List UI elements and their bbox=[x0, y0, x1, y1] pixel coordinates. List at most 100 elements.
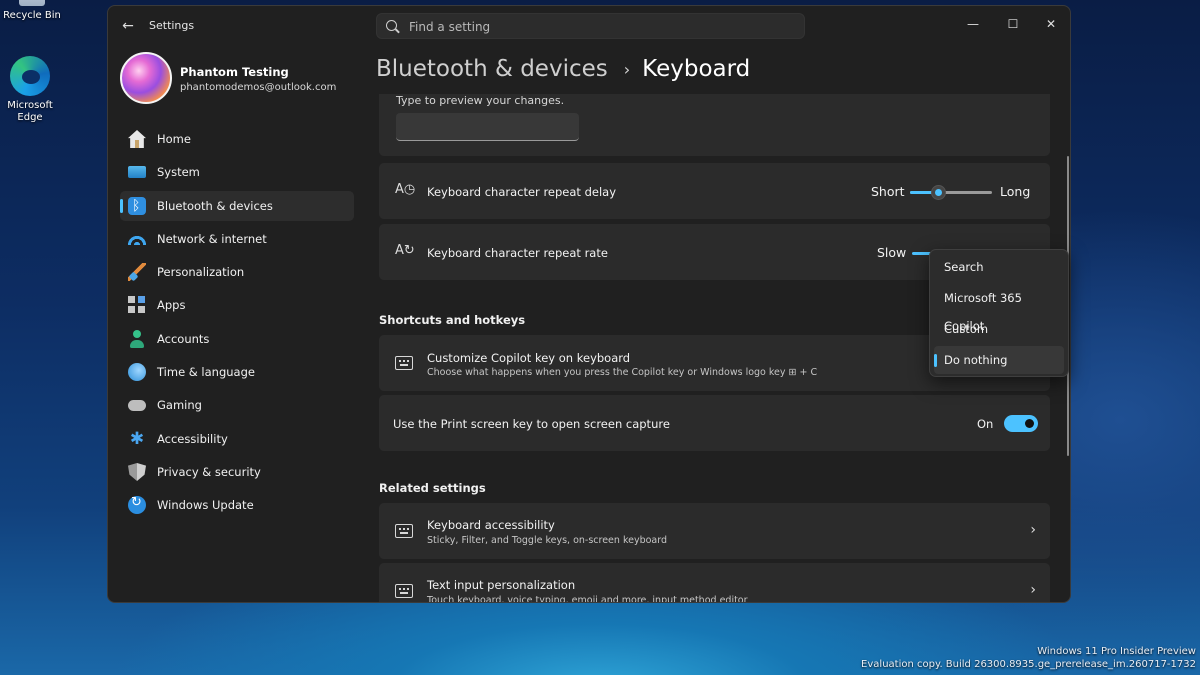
sidebar-item-gaming[interactable]: Gaming bbox=[120, 390, 354, 420]
copilot-key-label: Customize Copilot key on keyboard bbox=[427, 351, 631, 365]
dropdown-option-m365-copilot[interactable]: Microsoft 365 Copilot bbox=[934, 284, 1064, 333]
window-title: Settings bbox=[149, 19, 195, 32]
shortcuts-heading: Shortcuts and hotkeys bbox=[379, 313, 526, 327]
wifi-icon bbox=[128, 232, 146, 245]
sidebar-item-label: Network & internet bbox=[157, 231, 267, 246]
build-watermark: Windows 11 Pro Insider Preview Evaluatio… bbox=[861, 645, 1196, 671]
apps-icon bbox=[128, 296, 146, 315]
page-title: Keyboard bbox=[642, 56, 751, 82]
repeat-rate-min-label: Slow bbox=[877, 245, 907, 260]
chevron-right-icon: › bbox=[1030, 582, 1036, 598]
profile-email: phantomodemos@outlook.com bbox=[180, 82, 337, 93]
avatar[interactable] bbox=[120, 52, 172, 104]
accessibility-icon: ✱ bbox=[129, 428, 145, 449]
shield-icon bbox=[128, 462, 146, 481]
sidebar-item-label: Accounts bbox=[157, 331, 210, 346]
brush-icon bbox=[128, 263, 146, 282]
sidebar-item-bluetooth-devices[interactable]: Bluetooth & devices bbox=[120, 190, 354, 221]
chevron-right-icon: › bbox=[623, 59, 631, 79]
sidebar-item-label: Personalization bbox=[157, 265, 245, 280]
print-screen-toggle[interactable] bbox=[1004, 415, 1038, 432]
chevron-right-icon: › bbox=[1030, 522, 1036, 538]
print-screen-card: Use the Print screen key to open screen … bbox=[379, 395, 1050, 451]
back-button[interactable]: ← bbox=[118, 16, 138, 36]
watermark-line-1: Windows 11 Pro Insider Preview bbox=[1037, 646, 1196, 657]
keyboard-icon bbox=[395, 584, 413, 598]
bluetooth-icon bbox=[128, 196, 146, 215]
repeat-rate-icon: A↻ bbox=[395, 243, 415, 258]
repeat-delay-slider[interactable] bbox=[910, 185, 992, 200]
text-input-personalization-link[interactable]: Text input personalization Touch keyboar… bbox=[379, 563, 1050, 603]
keyboard-icon bbox=[395, 356, 413, 370]
minimize-button[interactable]: — bbox=[956, 12, 990, 36]
recycle-bin-desktop-icon[interactable]: Recycle Bin bbox=[0, 0, 64, 22]
edge-label: Microsoft Edge bbox=[7, 100, 53, 123]
related-item-desc: Touch keyboard, voice typing, emoji and … bbox=[427, 595, 748, 603]
watermark-line-2: Evaluation copy. Build 26300.8935.ge_pre… bbox=[861, 659, 1196, 670]
repeat-rate-label: Keyboard character repeat rate bbox=[427, 246, 608, 260]
sidebar-item-system[interactable]: System bbox=[120, 157, 354, 187]
print-screen-label: Use the Print screen key to open screen … bbox=[393, 417, 670, 431]
sidebar-item-label: System bbox=[157, 165, 200, 180]
related-item-desc: Sticky, Filter, and Toggle keys, on-scre… bbox=[427, 535, 668, 546]
sidebar-item-accounts[interactable]: Accounts bbox=[120, 324, 354, 354]
sidebar-item-label: Apps bbox=[157, 298, 186, 313]
system-icon bbox=[128, 166, 146, 179]
dropdown-option-custom[interactable]: Custom bbox=[934, 315, 1064, 343]
search-box[interactable]: Find a setting bbox=[376, 13, 805, 39]
sidebar-item-windows-update[interactable]: Windows Update bbox=[120, 490, 354, 520]
gamepad-icon bbox=[128, 399, 146, 411]
breadcrumb: Bluetooth & devices › Keyboard bbox=[376, 52, 750, 86]
accounts-icon bbox=[128, 329, 146, 348]
sidebar-item-label: Home bbox=[157, 132, 191, 146]
repeat-delay-card: A◷ Keyboard character repeat delay Short… bbox=[379, 163, 1050, 219]
edge-desktop-icon[interactable]: Microsoft Edge bbox=[0, 56, 62, 124]
sidebar-item-label: Accessibility bbox=[157, 431, 228, 446]
sidebar-item-label: Privacy & security bbox=[157, 464, 261, 479]
related-item-label: Keyboard accessibility bbox=[427, 518, 555, 532]
sidebar-item-personalization[interactable]: Personalization bbox=[120, 257, 354, 287]
preview-input[interactable] bbox=[396, 113, 579, 141]
print-screen-state: On bbox=[977, 417, 994, 431]
sidebar-item-home[interactable]: Home bbox=[120, 124, 354, 154]
edge-icon bbox=[10, 56, 50, 96]
sidebar-item-label: Time & language bbox=[157, 365, 255, 380]
profile-name: Phantom Testing bbox=[180, 65, 289, 79]
maximize-button[interactable]: ☐ bbox=[996, 12, 1030, 36]
sidebar-item-time-language[interactable]: Time & language bbox=[120, 357, 354, 387]
sidebar-item-apps[interactable]: Apps bbox=[120, 290, 354, 320]
sidebar-item-label: Windows Update bbox=[157, 498, 254, 513]
sidebar-item-accessibility[interactable]: ✱ Accessibility bbox=[120, 424, 354, 454]
sidebar-item-label: Gaming bbox=[157, 398, 202, 413]
sidebar-item-network[interactable]: Network & internet bbox=[120, 224, 354, 254]
sidebar-item-label: Bluetooth & devices bbox=[157, 198, 273, 213]
title-bar: ← Settings Find a setting — ☐ ✕ bbox=[108, 6, 1070, 46]
close-button[interactable]: ✕ bbox=[1034, 12, 1068, 36]
recycle-bin-label: Recycle Bin bbox=[3, 10, 61, 21]
sidebar-item-privacy-security[interactable]: Privacy & security bbox=[120, 457, 354, 487]
repeat-delay-icon: A◷ bbox=[395, 182, 416, 197]
repeat-delay-slider-thumb[interactable] bbox=[931, 185, 947, 200]
breadcrumb-parent[interactable]: Bluetooth & devices bbox=[376, 56, 608, 82]
related-item-label: Text input personalization bbox=[427, 578, 576, 592]
recycle-bin-icon bbox=[19, 0, 45, 6]
settings-window: ← Settings Find a setting — ☐ ✕ Phantom … bbox=[107, 5, 1071, 603]
keyboard-accessibility-link[interactable]: Keyboard accessibility Sticky, Filter, a… bbox=[379, 503, 1050, 559]
update-icon bbox=[128, 495, 146, 515]
repeat-delay-label: Keyboard character repeat delay bbox=[427, 185, 616, 199]
repeat-delay-min-label: Short bbox=[871, 184, 905, 199]
dropdown-option-search[interactable]: Search bbox=[934, 253, 1064, 281]
home-icon bbox=[128, 130, 146, 148]
related-settings-heading: Related settings bbox=[379, 481, 486, 495]
globe-clock-icon bbox=[128, 363, 146, 382]
search-placeholder: Find a setting bbox=[409, 20, 491, 34]
preview-card: Type to preview your changes. bbox=[379, 94, 1050, 156]
dropdown-option-do-nothing[interactable]: Do nothing bbox=[934, 346, 1064, 374]
keyboard-icon bbox=[395, 524, 413, 538]
copilot-key-dropdown: Search Microsoft 365 Copilot Custom Do n… bbox=[929, 249, 1069, 377]
repeat-delay-max-label: Long bbox=[1000, 184, 1031, 199]
search-icon bbox=[386, 20, 397, 31]
copilot-key-desc: Choose what happens when you press the C… bbox=[427, 367, 818, 378]
arrow-left-icon: ← bbox=[122, 18, 134, 34]
sidebar-nav: Home System Bluetooth & devices Network … bbox=[120, 124, 354, 524]
